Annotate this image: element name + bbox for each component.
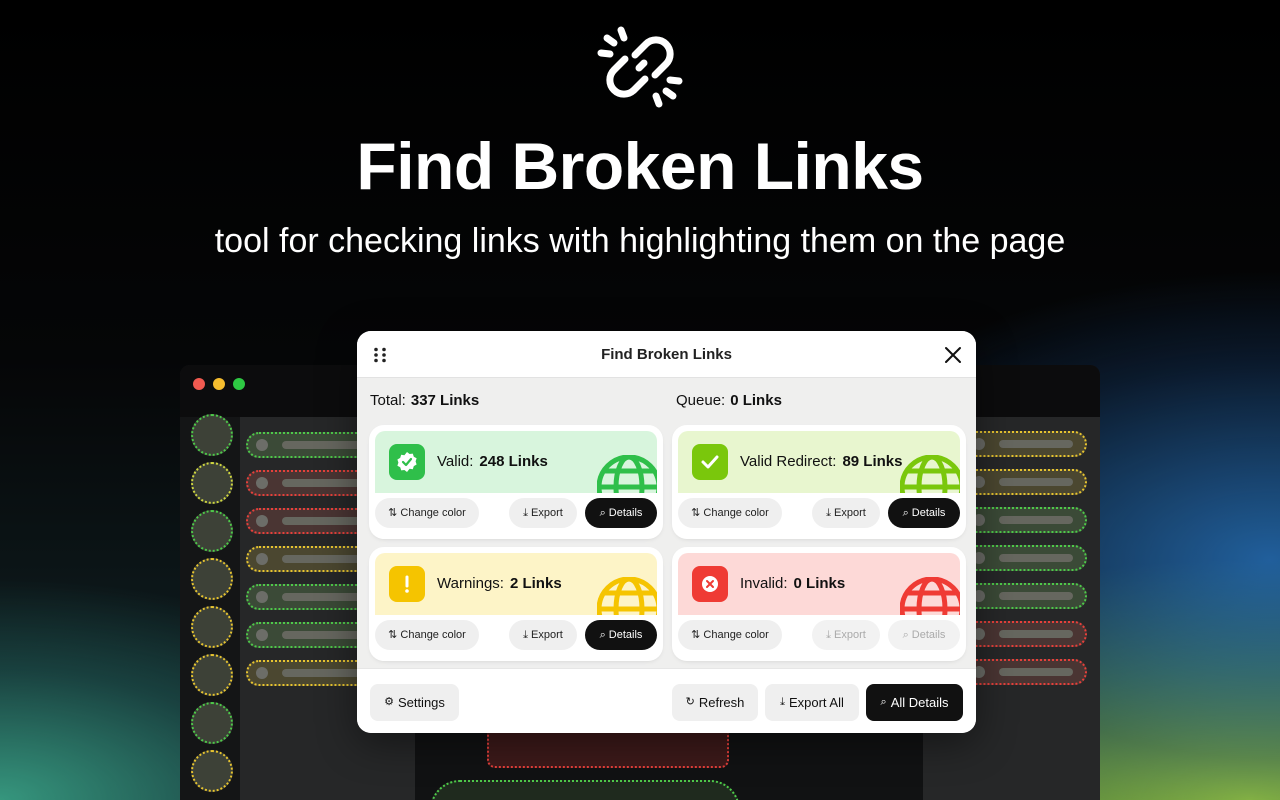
warnings-card: Warnings: 2 Links ⇅ Change color ⤓ Export ⌕… bbox=[372, 550, 660, 658]
mock-link bbox=[963, 583, 1087, 609]
sort-arrows-icon: ⇅ bbox=[691, 628, 701, 641]
invalid-card: Invalid: 0 Links ⇅ Change color ⤓ Export ⌕ D… bbox=[675, 550, 963, 658]
warnings-card-label: Warnings: 2 Links bbox=[437, 575, 562, 592]
mock-link bbox=[963, 507, 1087, 533]
search-icon: ⌕ bbox=[880, 696, 887, 708]
window-close-dot bbox=[193, 378, 205, 390]
download-icon: ⤓ bbox=[826, 628, 832, 641]
mock-avatar bbox=[191, 414, 233, 456]
invalid-export-button[interactable]: ⤓ Export bbox=[812, 620, 880, 650]
download-icon: ⤓ bbox=[523, 628, 529, 641]
invalid-card-label: Invalid: 0 Links bbox=[740, 575, 846, 592]
x-circle-badge-icon bbox=[692, 566, 728, 602]
valid-redirect-change-color-button[interactable]: ⇅ Change color bbox=[678, 498, 782, 528]
mock-avatar bbox=[191, 702, 233, 744]
popup-title: Find Broken Links bbox=[601, 346, 732, 363]
download-icon: ⤓ bbox=[523, 506, 529, 519]
sort-arrows-icon: ⇅ bbox=[691, 506, 701, 519]
globe-icon bbox=[597, 455, 657, 493]
warnings-change-color-button[interactable]: ⇅ Change color bbox=[375, 620, 479, 650]
globe-icon bbox=[597, 577, 657, 615]
valid-redirect-details-button[interactable]: ⌕ Details bbox=[888, 498, 960, 528]
queue-label: Queue: bbox=[676, 392, 726, 409]
search-icon: ⌕ bbox=[599, 628, 606, 641]
globe-icon bbox=[900, 455, 960, 493]
settings-button[interactable]: ⚙ Settings bbox=[370, 684, 459, 721]
refresh-icon: ↻ bbox=[685, 696, 695, 708]
close-icon[interactable] bbox=[942, 344, 964, 366]
valid-card-label: Valid: 248 Links bbox=[437, 453, 548, 470]
total-label: Total: bbox=[370, 392, 406, 409]
mock-block-valid bbox=[430, 780, 740, 800]
valid-redirect-card: Valid Redirect: 89 Links ⇅ Change color ⤓ E… bbox=[675, 428, 963, 536]
valid-details-button[interactable]: ⌕ Details bbox=[585, 498, 657, 528]
total-stat: Total: 337 Links bbox=[370, 392, 479, 409]
warnings-card-header: Warnings: 2 Links bbox=[375, 553, 657, 615]
export-all-button[interactable]: ⤓ Export All bbox=[765, 684, 859, 721]
exclamation-badge-icon bbox=[389, 566, 425, 602]
invalid-card-header: Invalid: 0 Links bbox=[678, 553, 960, 615]
window-minimize-dot bbox=[213, 378, 225, 390]
mock-avatar bbox=[191, 606, 233, 648]
search-icon: ⌕ bbox=[902, 506, 909, 519]
download-icon: ⤓ bbox=[780, 696, 785, 708]
valid-redirect-card-header: Valid Redirect: 89 Links bbox=[678, 431, 960, 493]
extension-popup: Find Broken Links Total: 337 Links Queue:… bbox=[357, 331, 976, 733]
popup-footer: ⚙ Settings ↻ Refresh ⤓ Export All ⌕ All Deta… bbox=[357, 668, 976, 733]
hero-subtitle: tool for checking links with highlightin… bbox=[214, 222, 1066, 260]
warnings-export-button[interactable]: ⤓ Export bbox=[509, 620, 577, 650]
mock-avatar bbox=[191, 558, 233, 600]
mock-avatar bbox=[191, 462, 233, 504]
search-icon: ⌕ bbox=[599, 506, 606, 519]
invalid-details-button[interactable]: ⌕ Details bbox=[888, 620, 960, 650]
warnings-details-button[interactable]: ⌕ Details bbox=[585, 620, 657, 650]
globe-icon bbox=[900, 577, 960, 615]
valid-card-header: Valid: 248 Links bbox=[375, 431, 657, 493]
queue-value: 0 Links bbox=[730, 392, 782, 409]
mock-sidebar bbox=[180, 414, 240, 800]
mock-link bbox=[963, 431, 1087, 457]
broken-link-logo-icon bbox=[597, 26, 683, 108]
mock-link bbox=[963, 545, 1087, 571]
invalid-change-color-button[interactable]: ⇅ Change color bbox=[678, 620, 782, 650]
valid-redirect-card-label: Valid Redirect: 89 Links bbox=[740, 453, 903, 470]
total-value: 337 Links bbox=[410, 392, 480, 409]
sort-arrows-icon: ⇅ bbox=[388, 628, 398, 641]
refresh-button[interactable]: ↻ Refresh bbox=[672, 684, 758, 721]
mock-avatar bbox=[191, 654, 233, 696]
mock-avatar bbox=[191, 750, 233, 792]
checkmark-badge-icon bbox=[692, 444, 728, 480]
popup-header: Find Broken Links bbox=[357, 331, 976, 378]
all-details-button[interactable]: ⌕ All Details bbox=[866, 684, 963, 721]
download-icon: ⤓ bbox=[826, 506, 832, 519]
mock-link bbox=[963, 621, 1087, 647]
hero-title: Find Broken Links bbox=[356, 129, 924, 203]
mock-link bbox=[963, 469, 1087, 495]
valid-change-color-button[interactable]: ⇅ Change color bbox=[375, 498, 479, 528]
valid-badge-icon bbox=[389, 444, 425, 480]
search-icon: ⌕ bbox=[902, 628, 909, 641]
valid-export-button[interactable]: ⤓ Export bbox=[509, 498, 577, 528]
mock-link bbox=[963, 659, 1087, 685]
valid-card: Valid: 248 Links ⇅ Change color ⤓ Export ⌕ D… bbox=[372, 428, 660, 536]
queue-stat: Queue: 0 Links bbox=[676, 392, 782, 409]
window-maximize-dot bbox=[233, 378, 245, 390]
valid-redirect-export-button[interactable]: ⤓ Export bbox=[812, 498, 880, 528]
gear-icon: ⚙ bbox=[384, 696, 394, 708]
mock-avatar bbox=[191, 510, 233, 552]
sort-arrows-icon: ⇅ bbox=[388, 506, 398, 519]
